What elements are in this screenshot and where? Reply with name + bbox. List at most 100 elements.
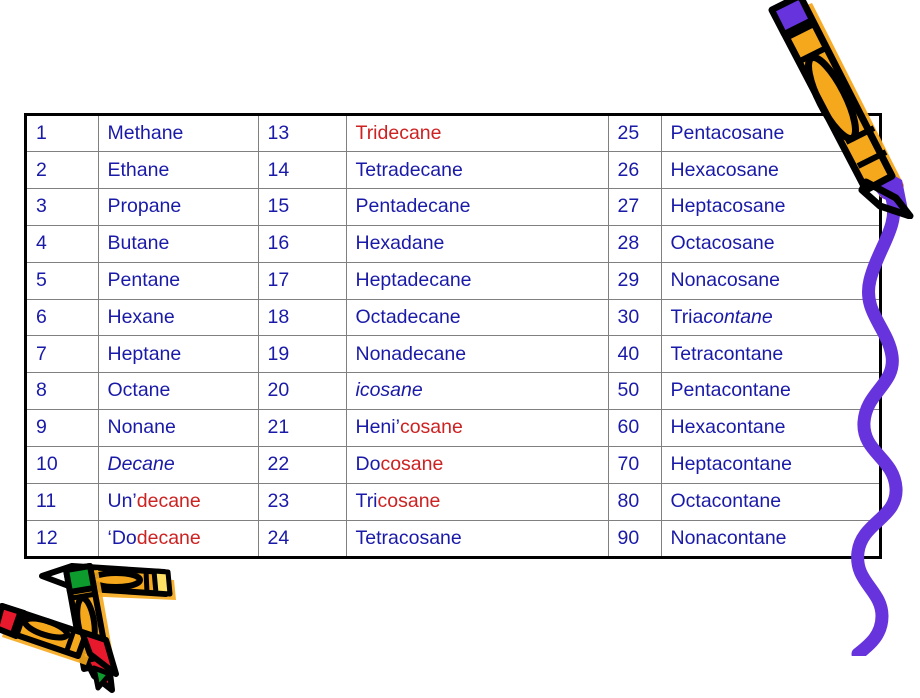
- table-cell-number: 20: [257, 372, 347, 411]
- alkane-nomenclature-table: 1 Methane 13 Tridecane 25 Pentacosane 2 Ethane 1…: [27, 116, 879, 556]
- name-segment: Heptacontane: [670, 453, 792, 476]
- table-cell-name: Ethane: [97, 151, 259, 190]
- table-cell-name: Pentacosane: [660, 116, 879, 153]
- table-cell-name: Tetradecane: [345, 151, 609, 190]
- table-cell-name: Octadecane: [345, 298, 609, 337]
- name-segment: ‘Do: [107, 526, 137, 549]
- table-cell-number: 27: [607, 188, 662, 227]
- table-cell-number: 1: [27, 116, 99, 153]
- table-cell-number: 23: [257, 482, 347, 521]
- table-cell-name: Butane: [97, 225, 259, 263]
- table-row: 7 Heptane 19 Nonadecane 40 Tetracontane: [27, 335, 879, 374]
- table-cell-number: 4: [27, 225, 99, 263]
- table-cell-number: 25: [607, 116, 662, 153]
- table-row: 2 Ethane 14 Tetradecane 26 Hexacosane: [27, 151, 879, 190]
- table-cell-name: Tetracosane: [345, 519, 609, 556]
- name-segment: Octacosane: [670, 232, 775, 255]
- table-cell-number: 40: [607, 335, 662, 374]
- name-segment: cosane: [377, 489, 441, 512]
- table-row: 3 Propane 15 Pentadecane 27 Heptacosane: [27, 188, 879, 227]
- name-segment: Tridecane: [355, 121, 442, 144]
- table-cell-number: 11: [27, 482, 99, 521]
- table-cell-number: 8: [27, 372, 99, 411]
- table-cell-number: 17: [257, 261, 347, 300]
- name-segment: Tri: [355, 489, 378, 512]
- name-segment: contane: [703, 305, 773, 328]
- table-cell-number: 12: [27, 519, 99, 556]
- name-segment: Do: [355, 453, 381, 476]
- table-cell-name: Decane: [97, 445, 259, 484]
- table-cell-number: 29: [607, 261, 662, 300]
- name-segment: Hexane: [107, 305, 175, 328]
- table-cell-number: 13: [257, 116, 347, 153]
- name-segment: Pentacontane: [670, 379, 791, 402]
- table-row: 6 Hexane 18 Octadecane 30 Triacontane: [27, 298, 879, 337]
- name-segment: Butane: [107, 232, 170, 255]
- name-segment: Tria: [670, 305, 704, 328]
- table-cell-name: Nonane: [97, 409, 259, 447]
- table-cell-number: 2: [27, 151, 99, 190]
- name-segment: Nonadecane: [355, 342, 467, 365]
- table-cell-name: Heptacosane: [660, 188, 879, 227]
- table-row: 11 Un’decane 23 Tricosane 80 Octacontane: [27, 482, 879, 521]
- name-segment: Nonacontane: [670, 526, 787, 549]
- table-cell-number: 21: [257, 409, 347, 447]
- table-cell-number: 5: [27, 261, 99, 300]
- table-cell-name: Methane: [97, 116, 259, 153]
- name-segment: Hexadane: [355, 232, 445, 255]
- table-cell-name: Propane: [97, 188, 259, 227]
- name-segment: Heptacosane: [670, 195, 786, 218]
- table-cell-number: 15: [257, 188, 347, 227]
- table-cell-name: ‘Dodecane: [97, 519, 259, 556]
- table-cell-number: 3: [27, 188, 99, 227]
- table-cell-name: Un’decane: [97, 482, 259, 521]
- name-segment: Octacontane: [670, 489, 782, 512]
- name-segment: Hexacontane: [670, 416, 786, 439]
- table-cell-number: 19: [257, 335, 347, 374]
- table-cell-name: Hexacontane: [660, 409, 879, 447]
- table-row: 12 ‘Dodecane 24 Tetracosane 90 Nonacontane: [27, 519, 879, 556]
- table-cell-number: 6: [27, 298, 99, 337]
- alkane-table-container: 1 Methane 13 Tridecane 25 Pentacosane 2 Ethane 1…: [24, 113, 882, 559]
- table-cell-name: Docosane: [345, 445, 609, 484]
- name-segment: Methane: [107, 121, 184, 144]
- name-segment: Ethane: [107, 158, 170, 181]
- name-segment: cosane: [380, 453, 444, 476]
- table-cell-name: Heni’cosane: [345, 409, 609, 447]
- name-segment: Tetracosane: [355, 526, 462, 549]
- table-cell-number: 7: [27, 335, 99, 374]
- name-segment: Pentadecane: [355, 195, 471, 218]
- table-row: 1 Methane 13 Tridecane 25 Pentacosane: [27, 116, 879, 153]
- table-row: 4 Butane 16 Hexadane 28 Octacosane: [27, 225, 879, 263]
- table-cell-number: 28: [607, 225, 662, 263]
- table-cell-name: icosane: [345, 372, 609, 411]
- table-row: 9 Nonane 21 Heni’cosane 60 Hexacontane: [27, 409, 879, 447]
- table-cell-name: Tetracontane: [660, 335, 879, 374]
- name-segment: cosane: [399, 416, 463, 439]
- crayons-bottom-left-icon: [0, 563, 176, 693]
- name-segment: Decane: [107, 453, 175, 476]
- table-cell-number: 30: [607, 298, 662, 337]
- table-cell-number: 9: [27, 409, 99, 447]
- name-segment: Octadecane: [355, 305, 461, 328]
- table-cell-number: 90: [607, 519, 662, 556]
- table-row: 8 Octane 20 icosane 50 Pentacontane: [27, 372, 879, 411]
- table-cell-name: Nonacosane: [660, 261, 879, 300]
- table-cell-name: Hexacosane: [660, 151, 879, 190]
- table-cell-name: Octane: [97, 372, 259, 411]
- table-cell-name: Pentane: [97, 261, 259, 300]
- name-segment: Hexacosane: [670, 158, 779, 181]
- table-cell-name: Tricosane: [345, 482, 609, 521]
- name-segment: Nonane: [107, 416, 176, 439]
- name-segment: Un’: [107, 489, 137, 512]
- table-cell-name: Hexane: [97, 298, 259, 337]
- table-cell-number: 80: [607, 482, 662, 521]
- slide-canvas: 1 Methane 13 Tridecane 25 Pentacosane 2 Ethane 1…: [0, 0, 920, 693]
- table-cell-name: Triacontane: [660, 298, 879, 337]
- name-segment: Propane: [107, 195, 182, 218]
- table-cell-number: 14: [257, 151, 347, 190]
- name-segment: Pentane: [107, 269, 181, 291]
- table-cell-number: 22: [257, 445, 347, 484]
- name-segment: Tetradecane: [355, 158, 463, 181]
- name-segment: icosane: [355, 379, 423, 402]
